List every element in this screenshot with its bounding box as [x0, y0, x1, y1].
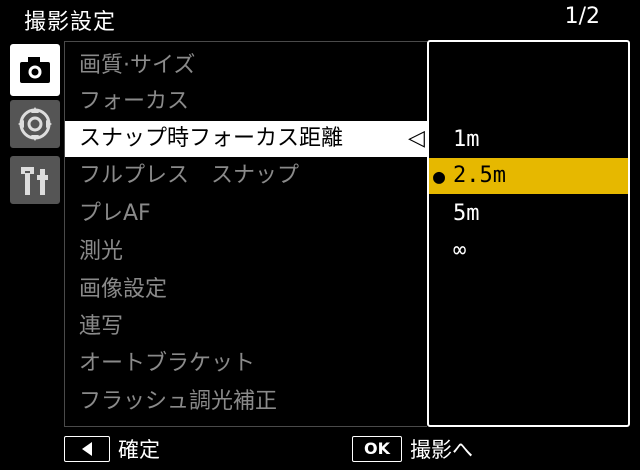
- option-label: 5m: [453, 201, 480, 226]
- selected-marker-icon: ●: [433, 164, 446, 188]
- confirm-label: 確定: [118, 438, 160, 462]
- left-key-button[interactable]: [64, 436, 110, 462]
- menu-item-label: 連写: [79, 314, 124, 339]
- tools-icon: [21, 167, 48, 195]
- menu-item-label: フラッシュ調光補正: [79, 389, 278, 414]
- menu-item-full-press-snap[interactable]: フルプレス スナップ: [79, 158, 299, 194]
- ok-key-button[interactable]: OK: [352, 436, 402, 462]
- left-arrow-icon: ◁: [408, 126, 425, 151]
- menu-item-label: プレAF: [79, 201, 151, 226]
- tab-camera[interactable]: [10, 44, 60, 96]
- menu-item-label: フルプレス スナップ: [79, 163, 300, 188]
- menu-item-snap-focus-distance[interactable]: スナップ時フォーカス距離 ◁: [65, 121, 427, 157]
- menu-item-continuous[interactable]: 連写: [79, 309, 123, 345]
- page-indicator: 1/2: [564, 4, 600, 29]
- option-1m[interactable]: 1m: [429, 122, 628, 158]
- menu-panel: 画質·サイズ フォーカス スナップ時フォーカス距離 ◁ フルプレス スナップ プ…: [64, 41, 427, 427]
- focus-distance-dropdown: 1m ● 2.5m 5m ∞: [427, 40, 630, 427]
- menu-item-label: オートブラケット: [79, 351, 256, 376]
- option-5m[interactable]: 5m: [429, 196, 628, 232]
- menu-item-label: フォーカス: [79, 89, 190, 114]
- option-2-5m[interactable]: ● 2.5m: [429, 158, 628, 194]
- menu-item-label: 画質·サイズ: [79, 53, 196, 78]
- menu-item-label: 測光: [79, 239, 124, 264]
- menu-item-auto-bracket[interactable]: オートブラケット: [79, 346, 255, 382]
- tab-tools[interactable]: [10, 156, 60, 204]
- left-arrow-icon: [82, 442, 92, 456]
- menu-item-label: 画像設定: [79, 277, 168, 302]
- menu-item-metering[interactable]: 測光: [79, 234, 123, 270]
- menu-item-image-settings[interactable]: 画像設定: [79, 272, 167, 308]
- dial-icon: [18, 107, 52, 141]
- footer: 確定 OK 撮影へ: [0, 428, 640, 470]
- title-bar: 撮影設定 1/2: [0, 0, 640, 36]
- option-infinity[interactable]: ∞: [429, 233, 628, 269]
- option-label: ∞: [453, 238, 467, 263]
- menu-item-pre-af[interactable]: プレAF: [79, 196, 151, 232]
- camera-icon: [20, 57, 50, 83]
- option-label: 1m: [453, 127, 480, 152]
- page-title: 撮影設定: [24, 10, 117, 35]
- menu-item-quality-size[interactable]: 画質·サイズ: [79, 48, 195, 84]
- menu-item-label: スナップ時フォーカス距離: [79, 126, 344, 151]
- tab-setup[interactable]: [10, 100, 60, 148]
- menu-item-flash-compensation[interactable]: フラッシュ調光補正: [79, 384, 277, 420]
- shoot-label: 撮影へ: [410, 438, 473, 462]
- menu-item-focus[interactable]: フォーカス: [79, 84, 189, 120]
- option-label: 2.5m: [453, 163, 506, 188]
